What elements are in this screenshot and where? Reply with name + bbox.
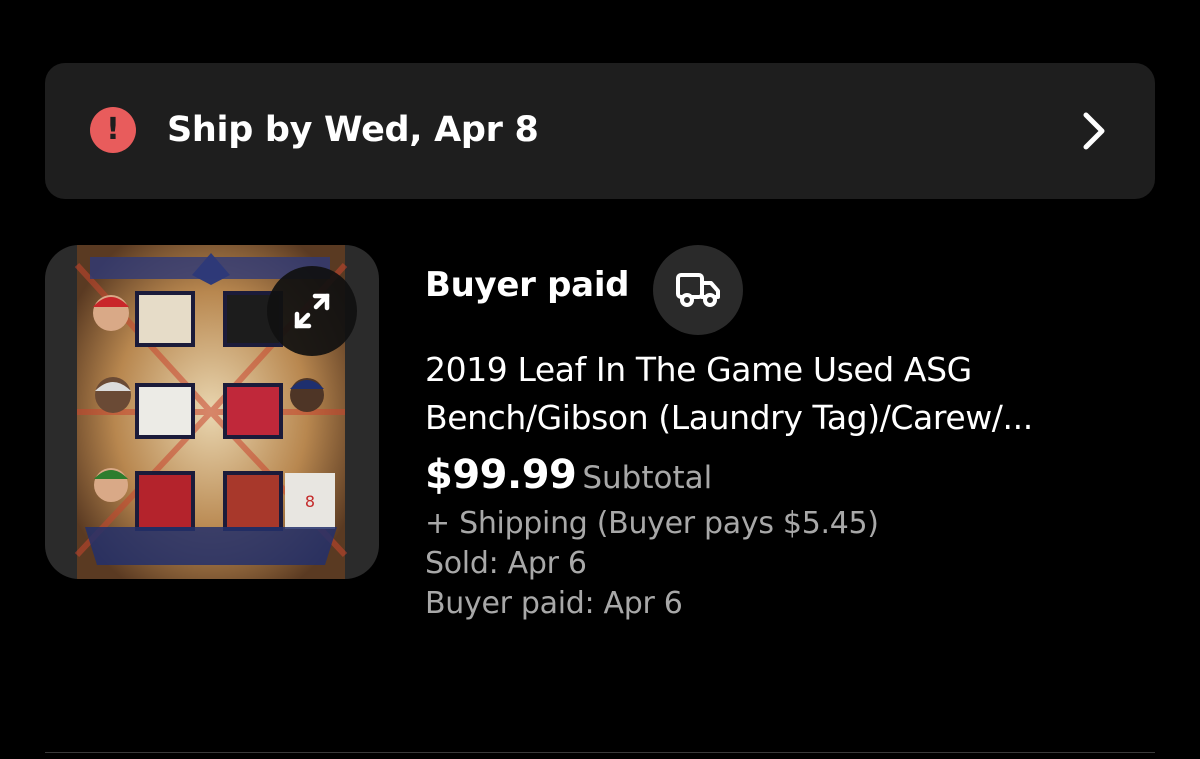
ship-by-banner[interactable]: ! Ship by Wed, Apr 8	[45, 63, 1155, 199]
divider	[45, 752, 1155, 753]
expand-image-button[interactable]	[267, 266, 357, 356]
item-title[interactable]: 2019 Leaf In The Game Used ASG Bench/Gib…	[425, 346, 1165, 442]
shipping-button[interactable]	[653, 245, 743, 335]
ship-by-text: Ship by Wed, Apr 8	[167, 110, 539, 150]
item-title-line: Bench/Gibson (Laundry Tag)/Carew/...	[425, 398, 1033, 437]
shipping-info: + Shipping (Buyer pays $5.45)	[425, 506, 879, 541]
alert-circle-icon: !	[90, 107, 136, 153]
chevron-right-icon[interactable]	[1076, 111, 1112, 151]
expand-icon	[294, 293, 330, 329]
order-status: Buyer paid	[425, 265, 630, 305]
buyer-paid-date: Buyer paid: Apr 6	[425, 586, 683, 621]
svg-text:8: 8	[305, 492, 315, 511]
sold-date: Sold: Apr 6	[425, 546, 587, 581]
truck-icon	[676, 273, 720, 307]
price-label: Subtotal	[582, 460, 713, 496]
price-row: $99.99 Subtotal	[425, 452, 712, 498]
item-price: $99.99	[425, 452, 577, 498]
item-title-line: 2019 Leaf In The Game Used ASG	[425, 350, 972, 389]
